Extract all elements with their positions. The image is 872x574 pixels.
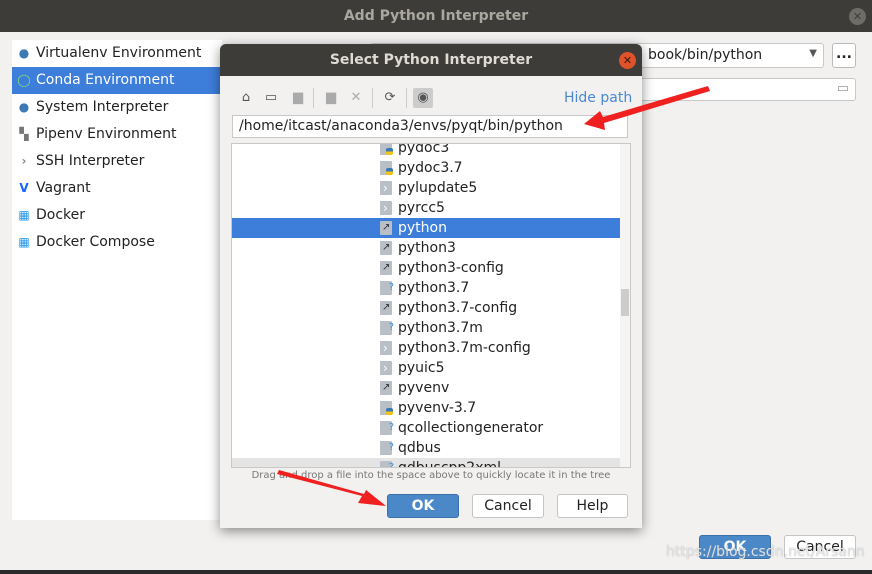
annotation-arrows	[277, 86, 710, 506]
annotation-arrow	[277, 470, 386, 506]
watermark: https://blog.csdn.net/Arsann	[666, 544, 865, 560]
annotation-arrow	[584, 86, 710, 130]
